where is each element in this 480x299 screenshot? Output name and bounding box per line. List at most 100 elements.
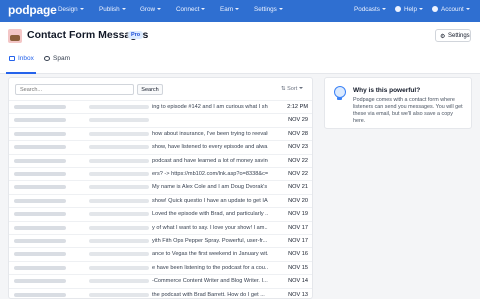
message-date: NOV 22 [288,157,308,164]
message-date: NOV 16 [288,251,308,258]
message-date: NOV 21 [288,184,308,191]
user-icon [432,6,438,12]
message-subject [89,118,149,123]
message-subject [89,265,149,270]
message-subject [89,225,149,230]
message-subject [89,145,149,150]
message-excerpt: the podcast with Brad Barrett. How do I … [152,291,265,298]
table-row[interactable]: ers? -> https://mb102.com/lnk.asp?o=8338… [9,167,312,180]
chevron-down-icon [201,8,206,10]
active-tab-indicator [6,72,36,74]
message-excerpt: show, have listened to every episode and… [152,144,268,151]
sender-name [14,172,66,176]
sender-name [14,158,66,163]
table-row[interactable]: the podcast with Brad Barrett. How do I … [9,287,312,298]
table-row[interactable]: how about insurance, I've been trying to… [9,126,312,140]
message-excerpt: y of what I want to say. I love your sho… [152,224,268,231]
chevron-down-icon [121,8,126,10]
table-row[interactable]: show! Quick questio I have an update to … [9,193,312,207]
message-subject [89,131,149,136]
message-excerpt: show! Quick questio I have an update to … [152,197,268,204]
nav-account[interactable]: Account [432,6,470,13]
tab-inbox[interactable]: Inbox [9,55,34,62]
nav-connect[interactable]: Connect [176,6,206,13]
search-input[interactable] [15,84,134,95]
nav-help[interactable]: Help [395,6,423,13]
inbox-icon [9,56,15,61]
message-date: NOV 14 [288,278,308,285]
message-date: NOV 19 [288,211,308,218]
info-card: Why is this powerful? Podpage comes with… [324,77,472,129]
chevron-down-icon [418,8,423,10]
sender-name [14,225,66,230]
message-list: Search ⇅ Sort ing to episode #142 and I … [8,77,313,299]
sender-name [14,239,66,243]
chevron-down-icon [465,8,470,10]
message-subject [89,185,149,190]
message-excerpt: -Commerce Content Writer and Blog Writer… [152,278,268,285]
sender-name [14,292,66,297]
message-subject [89,172,149,176]
message-excerpt: yith Fith Ops Pepper Spray. Powerful, us… [152,238,268,244]
sender-name [14,265,66,270]
chevron-down-icon [278,8,283,10]
table-row[interactable]: yith Fith Ops Pepper Spray. Powerful, us… [9,234,312,247]
chevron-down-icon [381,8,386,10]
nav-design[interactable]: Design [58,6,84,13]
table-row[interactable]: NOV 29 [9,113,312,126]
message-subject [89,252,149,257]
podcast-thumbnail [8,29,22,43]
message-subject [89,239,149,243]
search-button[interactable]: Search [137,84,163,95]
table-row[interactable]: -Commerce Content Writer and Blog Writer… [9,274,312,287]
message-date: NOV 20 [288,197,308,204]
message-date: NOV 17 [288,238,308,244]
message-date: NOV 22 [288,171,308,177]
message-subject [89,158,149,163]
nav-podcasts[interactable]: Podcasts [354,6,386,13]
table-row[interactable]: ance to Vegas the first weekend in Janua… [9,247,312,260]
info-title: Why is this powerful? [353,87,421,94]
message-date: NOV 15 [288,264,308,271]
message-excerpt: Loved the episode with Brad, and particu… [152,211,268,218]
nav-publish[interactable]: Publish [99,6,126,13]
message-excerpt: podcast and have learned a lot of money … [152,157,268,164]
message-date: NOV 28 [288,130,308,137]
message-excerpt: ers? -> https://mb102.com/lnk.asp?o=8338… [152,171,268,177]
table-row[interactable]: My name is Alex Cole and I am Doug Dvora… [9,180,312,193]
sort-button[interactable]: ⇅ Sort [281,86,304,92]
message-excerpt: My name is Alex Cole and I am Doug Dvora… [152,184,268,191]
table-row[interactable]: y of what I want to say. I love your sho… [9,220,312,234]
lightbulb-icon [334,86,346,100]
sender-name [14,131,66,136]
chevron-down-icon [299,87,304,89]
message-excerpt: ing to episode #142 and I am curious wha… [152,104,268,110]
chevron-down-icon [157,8,162,10]
sender-name [14,212,66,217]
table-row[interactable]: ing to episode #142 and I am curious wha… [9,100,312,113]
spam-icon [44,56,50,61]
sender-name [14,279,66,284]
brand-logo[interactable]: podpage [8,3,57,17]
message-subject [89,212,149,217]
message-date: NOV 17 [288,224,308,231]
nav-grow[interactable]: Grow [140,6,162,13]
settings-button[interactable]: ⚙ Settings [435,29,471,42]
table-row[interactable]: show, have listened to every episode and… [9,140,312,153]
tab-spam[interactable]: Spam [44,55,70,62]
message-excerpt: e have been listening to the podcast for… [152,264,268,271]
nav-settings[interactable]: Settings [254,6,283,13]
table-row[interactable]: podcast and have learned a lot of money … [9,153,312,167]
table-row[interactable]: e have been listening to the podcast for… [9,260,312,274]
nav-earn[interactable]: Earn [220,6,240,13]
chevron-down-icon [79,8,84,10]
sender-name [14,252,66,257]
gear-icon: ⚙ [440,33,446,40]
message-date: 2:12 PM [287,104,308,110]
page-header: Contact Form Messages Pro ⚙ Settings Inb… [0,22,480,74]
info-text: Podpage comes with a contact form where … [353,97,463,124]
message-subject [89,198,149,203]
message-subject [89,105,149,109]
table-row[interactable]: Loved the episode with Brad, and particu… [9,207,312,220]
chevron-down-icon [235,8,240,10]
